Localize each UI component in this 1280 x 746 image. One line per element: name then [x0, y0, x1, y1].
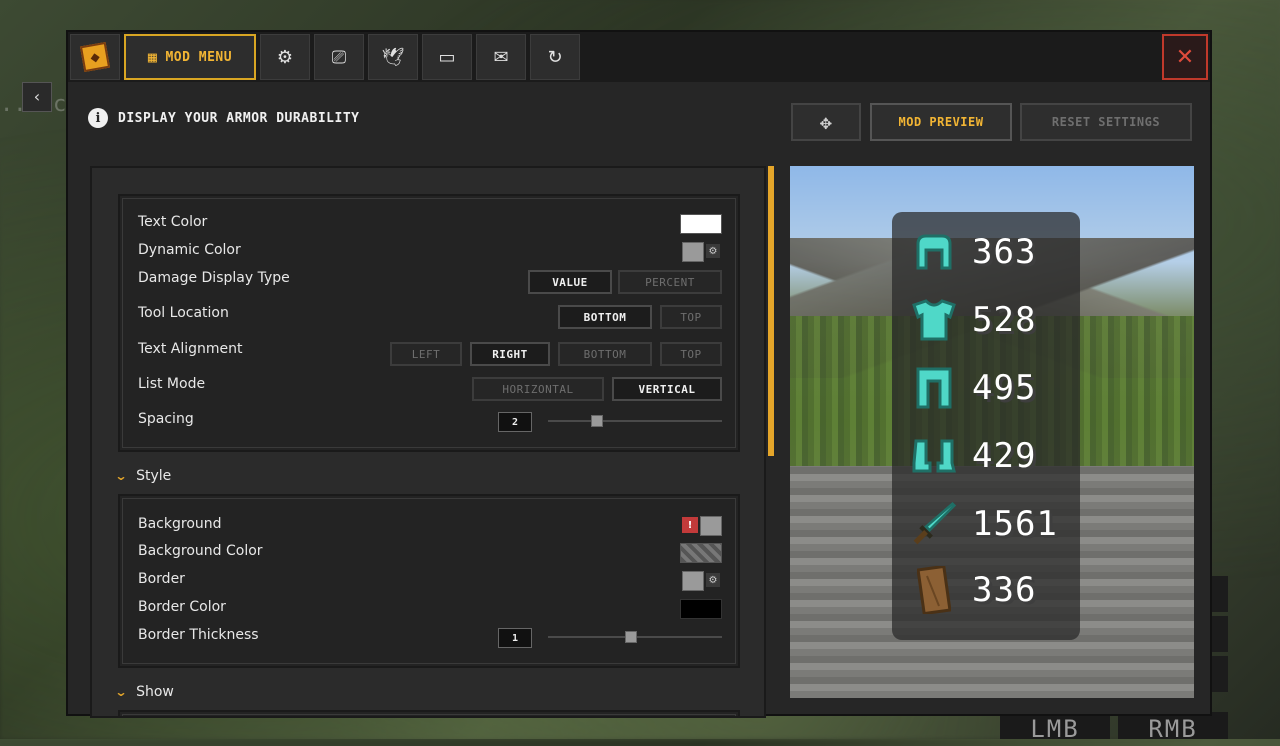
hud-item-sword: 1561 — [912, 501, 1058, 546]
diamond-boots-icon — [912, 434, 956, 478]
tab-sync[interactable]: ↻ — [530, 34, 580, 80]
text-color-label: Text Color — [138, 214, 208, 230]
damage-display-type-label: Damage Display Type — [138, 270, 290, 286]
border-thickness-value[interactable]: 1 — [498, 628, 532, 648]
move-button[interactable]: ✥ — [791, 103, 861, 141]
shield-durability: 336 — [972, 570, 1037, 610]
diamond-sword-icon — [912, 501, 956, 546]
spacing-slider-track[interactable] — [548, 420, 722, 422]
page-title: DISPLAY YOUR ARMOR DURABILITY — [118, 110, 360, 126]
dynamic-color-label: Dynamic Color — [138, 242, 241, 258]
mod-header: i DISPLAY YOUR ARMOR DURABILITY — [88, 108, 359, 128]
style-section-header[interactable]: ⌄ Style — [114, 468, 172, 484]
monitor-a-icon: ⎚ — [331, 46, 347, 68]
refresh-icon: ↻ — [547, 46, 563, 68]
leggings-durability: 495 — [972, 368, 1037, 408]
reset-settings-button[interactable]: RESET SETTINGS — [1020, 103, 1192, 141]
shield-icon — [912, 566, 956, 614]
background-label: Background — [138, 516, 222, 532]
background-color-swatch[interactable] — [680, 543, 722, 563]
mod-preview-button[interactable]: MOD PREVIEW — [870, 103, 1012, 141]
move-icon: ✥ — [819, 110, 833, 134]
chestplate-durability: 528 — [972, 300, 1037, 340]
boots-durability: 429 — [972, 436, 1037, 476]
bird-icon: 🕊 — [381, 46, 405, 68]
tab-mod-menu-label: MOD MENU — [165, 49, 233, 65]
settings-panel[interactable]: Text Color Dynamic Color ⚙ Damage Displa… — [90, 166, 766, 718]
diamond-helmet-icon — [912, 230, 956, 274]
text-alignment-label: Text Alignment — [138, 341, 243, 357]
general-settings-card: Text Color Dynamic Color ⚙ Damage Displa… — [118, 194, 740, 452]
sword-durability: 1561 — [972, 504, 1058, 544]
hud-item-boots: 429 — [912, 434, 1036, 478]
close-button[interactable]: ✕ — [1162, 34, 1208, 80]
hud-item-shield: 336 — [912, 566, 1037, 614]
tool-top-option[interactable]: TOP — [660, 305, 722, 329]
list-mode-label: List Mode — [138, 376, 206, 392]
show-section-label: Show — [136, 684, 174, 700]
border-color-label: Border Color — [138, 599, 226, 615]
style-section-label: Style — [136, 468, 172, 484]
background-toggle[interactable]: ! — [682, 516, 722, 536]
style-settings-card: Background ! Background Color Border ⚙ B… — [118, 494, 740, 668]
align-bottom-option[interactable]: BOTTOM — [558, 342, 652, 366]
list-horizontal-option[interactable]: HORIZONTAL — [472, 377, 604, 401]
close-icon: ✕ — [1175, 44, 1195, 70]
show-section-header[interactable]: ⌄ Show — [114, 684, 174, 700]
back-button[interactable]: ‹ — [22, 82, 52, 112]
diamond-chestplate-icon — [912, 298, 956, 342]
grid-icon: ▦ — [147, 48, 158, 66]
tab-display[interactable]: ▭ — [422, 34, 472, 80]
tab-mod-menu[interactable]: ▦ MOD MENU — [124, 34, 256, 80]
settings-scrollbar[interactable] — [768, 166, 774, 456]
spacing-slider-knob[interactable] — [590, 415, 603, 427]
tab-cosmetics[interactable]: 🕊 — [368, 34, 418, 80]
background-color-label: Background Color — [138, 543, 263, 559]
tab-logo[interactable]: ◆ — [70, 34, 120, 80]
border-toggle[interactable]: ⚙ — [682, 571, 722, 591]
lmb-key: LMB — [1000, 712, 1110, 743]
chat-icon: ✉ — [493, 46, 509, 68]
dynamic-color-toggle[interactable]: ⚙ — [682, 242, 722, 262]
border-thickness-label: Border Thickness — [138, 627, 259, 643]
list-vertical-option[interactable]: VERTICAL — [612, 377, 722, 401]
rmb-key: RMB — [1118, 712, 1228, 743]
border-thickness-slider-knob[interactable] — [625, 631, 638, 643]
armor-hud: 363 528 495 429 1561 336 — [892, 212, 1080, 640]
mod-settings-window: ◆ ▦ MOD MENU ⚙ ⎚ 🕊 ▭ ✉ ↻ ✕ i DISPLAY YOU… — [66, 30, 1212, 718]
gear-icon: ⚙ — [276, 46, 294, 68]
diamond-leggings-icon — [912, 366, 956, 410]
gear-icon: ⚙ — [706, 573, 720, 587]
chevron-down-icon: ⌄ — [114, 469, 128, 483]
damage-value-option[interactable]: VALUE — [528, 270, 612, 294]
border-color-swatch[interactable] — [680, 599, 722, 619]
warning-icon: ! — [682, 517, 698, 533]
tab-hud[interactable]: ⎚ — [314, 34, 364, 80]
tab-bar: ◆ ▦ MOD MENU ⚙ ⎚ 🕊 ▭ ✉ ↻ ✕ — [68, 32, 1210, 82]
tab-settings[interactable]: ⚙ — [260, 34, 310, 80]
spacing-label: Spacing — [138, 411, 194, 427]
tool-bottom-option[interactable]: BOTTOM — [558, 305, 652, 329]
info-icon[interactable]: i — [88, 108, 108, 128]
text-color-swatch[interactable] — [680, 214, 722, 234]
chevron-down-icon: ⌄ — [114, 685, 128, 699]
helmet-durability: 363 — [972, 232, 1037, 272]
hud-item-leggings: 495 — [912, 366, 1036, 410]
align-right-option[interactable]: RIGHT — [470, 342, 550, 366]
spacing-value[interactable]: 2 — [498, 412, 532, 432]
align-top-option[interactable]: TOP — [660, 342, 722, 366]
damage-percent-option[interactable]: PERCENT — [618, 270, 722, 294]
display-icon: ▭ — [438, 46, 456, 68]
logo-icon: ◆ — [79, 41, 111, 73]
hud-item-chestplate: 528 — [912, 298, 1036, 342]
align-left-option[interactable]: LEFT — [390, 342, 462, 366]
border-label: Border — [138, 571, 185, 587]
hud-item-helmet: 363 — [912, 230, 1036, 274]
show-settings-card — [118, 710, 740, 716]
mod-preview-panel: 363 528 495 429 1561 336 — [790, 166, 1194, 698]
tab-chat[interactable]: ✉ — [476, 34, 526, 80]
tool-location-label: Tool Location — [138, 305, 229, 321]
gear-icon: ⚙ — [706, 244, 720, 258]
